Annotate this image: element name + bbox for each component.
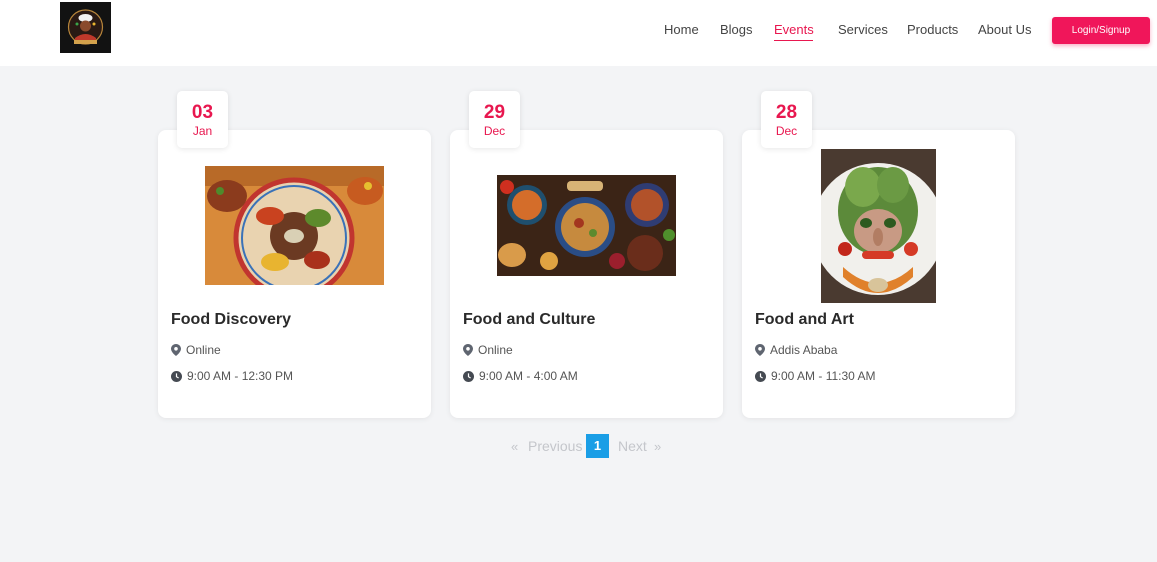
event-card[interactable]: 28 Dec Food and Art Addis Ababa 9:00 AM … [742, 91, 1015, 418]
event-month: Dec [483, 124, 506, 138]
event-time-text: 9:00 AM - 4:00 AM [479, 369, 578, 383]
date-badge: 29 Dec [469, 91, 520, 148]
location-pin-icon [171, 344, 181, 356]
event-location: Online [171, 343, 221, 357]
event-card[interactable]: 29 Dec Food and Culture Online 9:00 AM -… [450, 91, 723, 418]
event-day: 03 [191, 102, 214, 123]
event-image[interactable] [821, 149, 936, 303]
event-location-text: Addis Ababa [770, 343, 838, 357]
last-page-button[interactable]: » [654, 439, 661, 454]
nav-about-us[interactable]: About Us [978, 22, 1031, 37]
next-page-button[interactable]: Next [618, 438, 647, 454]
nav-home[interactable]: Home [664, 22, 699, 37]
location-pin-icon [755, 344, 765, 356]
previous-page-button[interactable]: Previous [528, 438, 582, 454]
event-card[interactable]: 03 Jan Food Discovery Online 9:00 AM - 1… [158, 91, 431, 418]
event-time-text: 9:00 AM - 12:30 PM [187, 369, 294, 383]
location-pin-icon [463, 344, 473, 356]
event-location: Online [463, 343, 513, 357]
event-time-text: 9:00 AM - 11:30 AM [771, 369, 876, 383]
first-page-button[interactable]: « [511, 439, 518, 454]
event-location-text: Online [186, 343, 221, 357]
nav-services[interactable]: Services [838, 22, 888, 37]
event-day: 29 [483, 102, 506, 123]
clock-icon [755, 370, 766, 382]
page-1-button[interactable]: 1 [586, 434, 609, 458]
clock-icon [463, 370, 474, 382]
event-title[interactable]: Food and Culture [463, 311, 595, 329]
nav-blogs[interactable]: Blogs [720, 22, 753, 37]
active-tab-indicator [774, 40, 813, 41]
event-title[interactable]: Food Discovery [171, 311, 291, 329]
event-title[interactable]: Food and Art [755, 311, 854, 329]
event-image[interactable] [205, 166, 384, 285]
event-time: 9:00 AM - 12:30 PM [171, 369, 293, 383]
event-location: Addis Ababa [755, 343, 837, 357]
nav-products[interactable]: Products [907, 22, 958, 37]
nav-events[interactable]: Events [774, 22, 814, 37]
main-nav: Home Blogs Events Services Products Abou… [0, 0, 1157, 66]
clock-icon [171, 370, 182, 382]
event-month: Dec [775, 124, 798, 138]
event-day: 28 [775, 102, 798, 123]
event-image[interactable] [497, 175, 676, 276]
event-time: 9:00 AM - 4:00 AM [463, 369, 578, 383]
top-navbar: Home Blogs Events Services Products Abou… [0, 0, 1157, 66]
date-badge: 03 Jan [177, 91, 228, 148]
date-badge: 28 Dec [761, 91, 812, 148]
login-signup-button[interactable]: Login/Signup [1052, 17, 1150, 44]
event-month: Jan [192, 124, 213, 138]
pagination: « Previous Next » [0, 434, 1157, 458]
event-time: 9:00 AM - 11:30 AM [755, 369, 876, 383]
event-location-text: Online [478, 343, 513, 357]
